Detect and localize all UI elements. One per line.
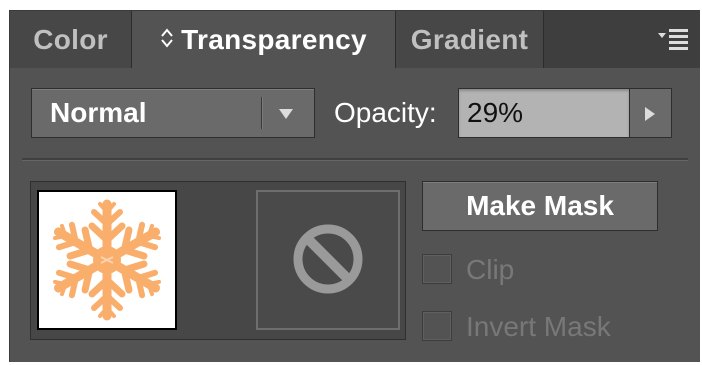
tab-transparency[interactable]: Transparency — [132, 11, 396, 68]
opacity-mask-thumbnail[interactable] — [256, 190, 400, 330]
transparency-panel: Color Transparency Gradient Normal Opaci… — [9, 10, 700, 362]
opacity-label: Opacity: — [334, 97, 437, 128]
clip-label: Clip — [466, 254, 515, 285]
no-mask-icon — [293, 224, 363, 294]
tab-transparency-label: Transparency — [181, 23, 367, 55]
snowflake-icon — [39, 199, 175, 328]
blend-mode-value: Normal — [50, 97, 147, 128]
clip-checkbox[interactable] — [422, 254, 452, 284]
artwork-thumbnail[interactable] — [37, 190, 177, 330]
tab-gradient[interactable]: Gradient — [396, 11, 544, 68]
invert-mask-checkbox[interactable] — [422, 311, 452, 341]
blend-mode-dropdown[interactable]: Normal — [31, 88, 315, 138]
tab-gradient-label: Gradient — [410, 23, 529, 55]
invert-mask-label: Invert Mask — [466, 311, 611, 342]
dropdown-arrow-icon — [278, 107, 294, 119]
panel-menu-icon[interactable] — [658, 27, 690, 53]
tab-bar: Color Transparency Gradient — [10, 11, 700, 68]
thumbnail-area — [30, 181, 406, 340]
section-divider — [22, 158, 688, 160]
tab-color[interactable]: Color — [10, 11, 132, 68]
up-down-arrows-icon — [160, 24, 174, 56]
make-mask-button[interactable]: Make Mask — [422, 181, 658, 231]
opacity-input[interactable]: 29% — [458, 88, 630, 138]
dropdown-divider — [261, 97, 262, 129]
play-arrow-icon — [645, 107, 655, 121]
opacity-slider-button[interactable] — [630, 88, 672, 138]
tab-color-label: Color — [33, 23, 108, 55]
